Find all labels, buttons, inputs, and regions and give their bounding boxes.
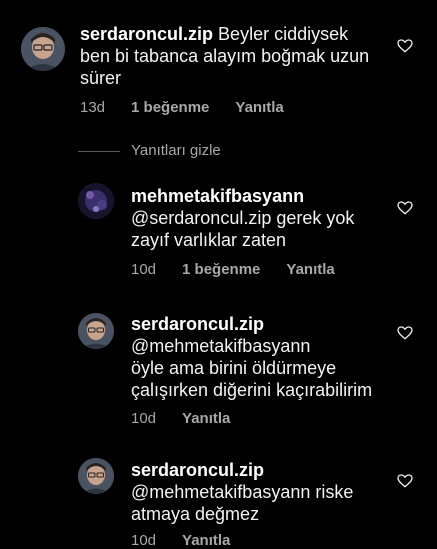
comment-line: @mehmetakifbasyann riske — [131, 482, 354, 502]
heart-outline-icon[interactable] — [397, 39, 413, 53]
heart-outline-icon[interactable] — [397, 326, 413, 340]
comment-line: ben bi tabanca alayım boğmak uzun — [80, 46, 370, 66]
comment-line: Beyler ciddiysek — [218, 24, 349, 44]
timestamp: 10d — [131, 261, 157, 278]
reply-button[interactable]: Yanıtla — [235, 99, 283, 116]
timestamp: 13d — [80, 99, 106, 116]
comment-line: atmaya değmez — [131, 504, 260, 524]
username[interactable]: serdaroncul.zip — [131, 313, 372, 335]
comment-line: sürer — [80, 68, 122, 88]
avatar[interactable] — [78, 313, 114, 349]
timestamp: 10d — [131, 532, 157, 549]
comment-meta: 13d 1 beğenme Yanıtla — [80, 99, 310, 116]
comment-text: serdaroncul.zip @mehmetakifbasyann riske… — [131, 459, 353, 525]
likes-count[interactable]: 1 beğenme — [182, 261, 260, 278]
avatar[interactable] — [21, 27, 65, 71]
avatar[interactable] — [78, 458, 114, 494]
comment-line: zayıf varlıklar zaten — [131, 230, 287, 250]
comment-text: mehmetakifbasyann @serdaroncul.zip gerek… — [131, 185, 354, 251]
comment-line: öyle ama birini öldürmeye — [131, 358, 337, 378]
avatar[interactable] — [78, 183, 114, 219]
hide-replies-label[interactable]: Yanıtları gizle — [131, 142, 221, 159]
username[interactable]: mehmetakifbasyann — [131, 185, 354, 207]
comment-text: serdaroncul.zip @mehmetakifbasyann öyle … — [131, 313, 372, 401]
avatar-image — [21, 27, 65, 71]
username[interactable]: serdaroncul.zip — [80, 24, 213, 44]
avatar-image — [78, 183, 114, 219]
heart-outline-icon[interactable] — [397, 474, 413, 488]
avatar-image — [78, 458, 114, 494]
username[interactable]: serdaroncul.zip — [131, 459, 353, 481]
reply-button[interactable]: Yanıtla — [182, 532, 230, 549]
timestamp: 10d — [131, 410, 157, 427]
likes-count[interactable]: 1 beğenme — [131, 99, 209, 116]
avatar-image — [78, 313, 114, 349]
reply-button[interactable]: Yanıtla — [286, 261, 334, 278]
reply-button[interactable]: Yanıtla — [182, 410, 230, 427]
comment-line: @serdaroncul.zip gerek yok — [131, 208, 355, 228]
comment-meta: 10d Yanıtla — [131, 410, 256, 427]
comment-line: çalışırken diğerini kaçırabilirim — [131, 380, 373, 400]
comment-line: @mehmetakifbasyann — [131, 336, 311, 356]
heart-outline-icon[interactable] — [397, 201, 413, 215]
comment-meta: 10d Yanıtla — [131, 532, 256, 549]
comment-text: serdaroncul.zip Beyler ciddiysek ben bi … — [80, 23, 369, 89]
comment-meta: 10d 1 beğenme Yanıtla — [131, 261, 361, 278]
divider — [78, 151, 120, 152]
